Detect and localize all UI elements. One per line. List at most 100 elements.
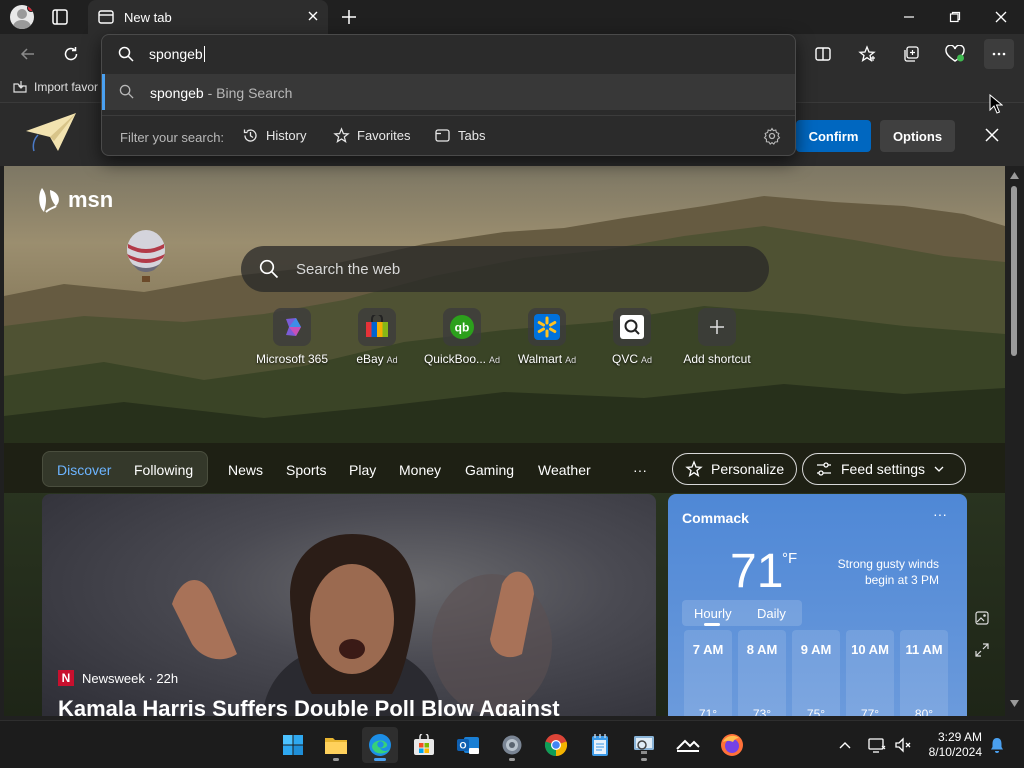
shortcut-label: Add shortcut: [683, 352, 751, 366]
filter-history-button[interactable]: History: [242, 127, 306, 144]
profile-avatar[interactable]: [10, 5, 34, 29]
import-favorites-link[interactable]: Import favor: [12, 80, 98, 94]
taskbar-chrome[interactable]: [538, 727, 574, 763]
notepad-icon: [590, 733, 610, 757]
taskbar-edge[interactable]: [362, 727, 398, 763]
hourly-forecast-item[interactable]: 9 AM 75°: [792, 630, 840, 716]
scrollbar-thumb[interactable]: [1011, 186, 1017, 356]
volume-muted-icon[interactable]: [894, 736, 912, 754]
msn-logo[interactable]: msn: [36, 184, 113, 216]
suggestion-engine: - Bing Search: [203, 85, 293, 101]
confirm-button[interactable]: Confirm: [796, 120, 871, 152]
hourly-forecast-item[interactable]: 10 AM 77°: [846, 630, 894, 716]
address-input[interactable]: spongeb: [102, 35, 795, 73]
options-button[interactable]: Options: [880, 120, 955, 152]
hourly-forecast-item[interactable]: 8 AM 73°: [738, 630, 786, 716]
firefox-icon: [720, 733, 744, 757]
taskbar-settings[interactable]: [494, 727, 530, 763]
system-clock[interactable]: 3:29 AM 8/10/2024: [922, 730, 982, 760]
quickbooks-icon: qb: [449, 314, 475, 340]
windows-start-icon: [282, 734, 304, 756]
favorites-button[interactable]: [852, 39, 882, 69]
shortcut-walmart[interactable]: Walmart Ad: [504, 308, 590, 366]
network-icon[interactable]: [868, 736, 886, 754]
search-suggestion[interactable]: spongeb - Bing Search: [102, 74, 795, 110]
split-screen-button[interactable]: [808, 39, 838, 69]
address-bar-dropdown: spongeb spongeb - Bing Search Filter you…: [101, 34, 796, 156]
show-hidden-icons-chevron-icon[interactable]: [838, 738, 852, 752]
new-tab-plus-icon[interactable]: [340, 8, 358, 26]
scroll-down-icon[interactable]: [1010, 700, 1019, 707]
minimize-button[interactable]: [886, 0, 932, 34]
taskbar-firefox[interactable]: [714, 727, 750, 763]
tab-new-tab[interactable]: New tab: [88, 0, 328, 34]
nav-play[interactable]: Play: [349, 462, 376, 478]
weather-card[interactable]: Commack ··· 71 °F Strong gusty winds beg…: [668, 494, 967, 716]
taskbar-steam[interactable]: [670, 727, 706, 763]
filter-tabs-button[interactable]: Tabs: [434, 127, 485, 144]
refresh-button[interactable]: [56, 39, 86, 69]
shortcut-qvc[interactable]: QVC Ad: [589, 308, 675, 366]
newsweek-logo-icon: N: [58, 670, 74, 686]
image-info-icon[interactable]: [974, 610, 990, 626]
weather-tab-daily[interactable]: Daily: [757, 606, 786, 621]
ad-badge: Ad: [386, 355, 398, 365]
browser-essentials-button[interactable]: [940, 39, 970, 69]
news-headline[interactable]: Kamala Harris Suffers Double Poll Blow A…: [58, 696, 560, 716]
personalize-button[interactable]: Personalize: [672, 453, 798, 485]
window-close-button[interactable]: [978, 0, 1024, 34]
news-card[interactable]: N Newsweek · 22h Kamala Harris Suffers D…: [42, 494, 656, 716]
weather-more-button[interactable]: ···: [933, 506, 947, 522]
shortcut-microsoft-365[interactable]: Microsoft 365: [249, 308, 335, 366]
weather-city[interactable]: Commack: [682, 510, 749, 526]
suggestion-text: spongeb: [150, 85, 204, 101]
nav-gaming[interactable]: Gaming: [465, 462, 514, 478]
personalize-sparkle-icon: [685, 460, 703, 478]
page-scrollbar[interactable]: [1005, 166, 1024, 716]
collections-button[interactable]: [896, 39, 926, 69]
taskbar-notepad[interactable]: [582, 727, 618, 763]
taskbar-file-explorer[interactable]: [318, 727, 354, 763]
svg-text:qb: qb: [455, 321, 470, 335]
nav-more[interactable]: ···: [633, 462, 647, 478]
scroll-up-icon[interactable]: [1010, 172, 1019, 179]
nav-weather[interactable]: Weather: [538, 462, 591, 478]
banner-close-icon[interactable]: [982, 125, 1002, 145]
ad-badge: Ad: [565, 355, 577, 365]
import-favorites-label: Import favor: [34, 80, 99, 94]
weather-tab-hourly[interactable]: Hourly: [694, 606, 732, 621]
clock-date: 8/10/2024: [928, 745, 982, 759]
search-settings-gear-icon[interactable]: [763, 127, 781, 145]
expand-icon[interactable]: [974, 642, 990, 658]
back-button[interactable]: [13, 39, 43, 69]
filter-favorites-button[interactable]: Favorites: [333, 127, 410, 144]
tab-close-icon[interactable]: [306, 9, 320, 23]
tab-discover[interactable]: Discover: [57, 462, 111, 478]
folder-icon: [324, 735, 348, 755]
msn-logo-text: msn: [68, 187, 114, 212]
restore-button[interactable]: [932, 0, 978, 34]
hourly-forecast-item[interactable]: 11 AM 80°: [900, 630, 948, 716]
taskbar-remote-desktop[interactable]: [626, 727, 662, 763]
notification-bell-icon[interactable]: [988, 736, 1006, 754]
start-button[interactable]: [275, 727, 311, 763]
shortcut-quickbooks[interactable]: qb QuickBoo... Ad: [419, 308, 505, 366]
hourly-forecast-item[interactable]: 7 AM 71°: [684, 630, 732, 716]
settings-more-button[interactable]: [984, 39, 1014, 69]
nav-sports[interactable]: Sports: [286, 462, 326, 478]
nav-money[interactable]: Money: [399, 462, 441, 478]
microsoft-365-icon: [280, 315, 304, 339]
taskbar-outlook[interactable]: O: [450, 727, 486, 763]
tab-following[interactable]: Following: [134, 462, 193, 478]
import-icon: [12, 80, 28, 94]
search-the-web-input[interactable]: Search the web: [241, 246, 769, 292]
taskbar-store[interactable]: [406, 727, 442, 763]
feed-settings-button[interactable]: Feed settings: [802, 453, 966, 485]
walmart-spark-icon: [534, 314, 560, 340]
edge-icon: [368, 733, 392, 757]
shortcut-add[interactable]: Add shortcut: [674, 308, 760, 366]
tab-actions-icon[interactable]: [48, 7, 72, 27]
nav-news[interactable]: News: [228, 462, 263, 478]
store-icon: [413, 734, 435, 756]
shortcut-ebay[interactable]: eBay Ad: [334, 308, 420, 366]
